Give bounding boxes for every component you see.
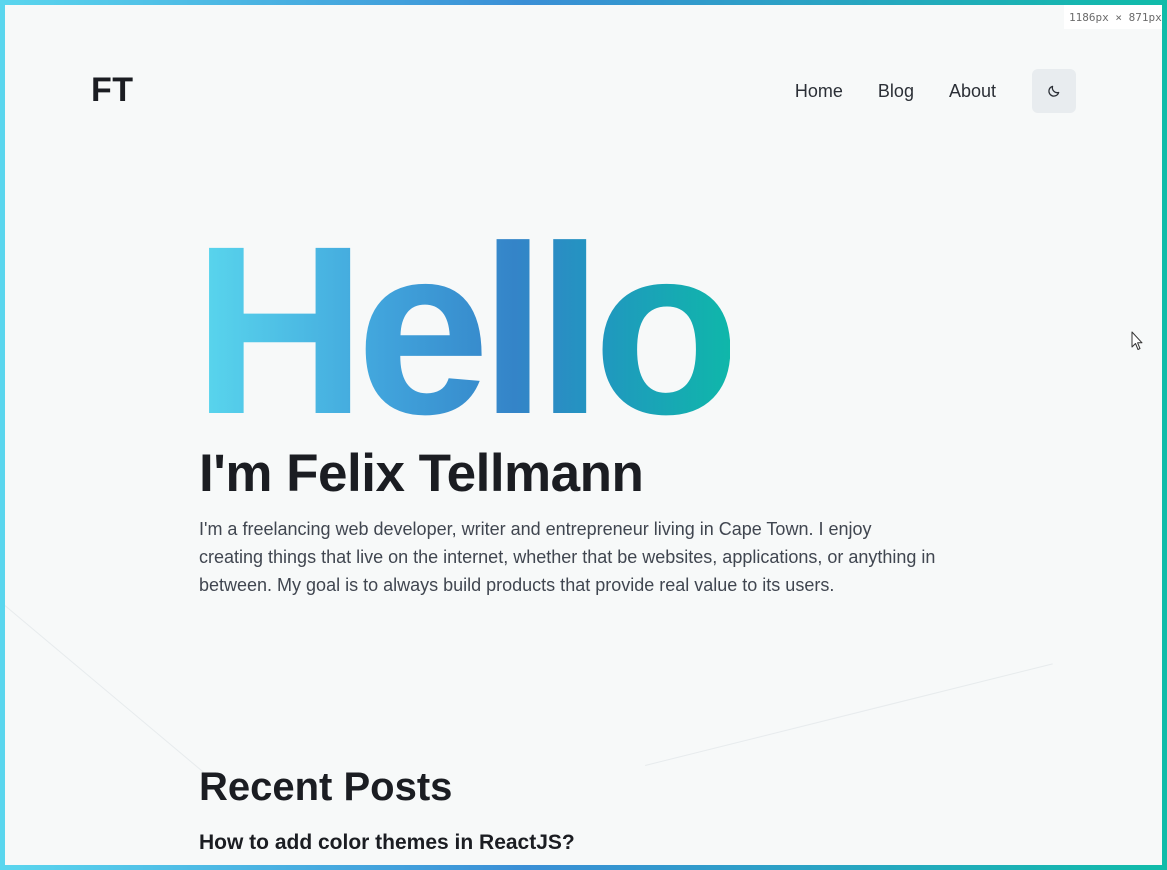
- background-decoration: [5, 605, 205, 773]
- site-logo[interactable]: FT: [91, 71, 134, 110]
- theme-toggle-button[interactable]: [1032, 69, 1076, 113]
- mouse-cursor-icon: [1131, 331, 1143, 350]
- dimension-tooltip: 1186px × 871px: [1064, 5, 1162, 29]
- nav-link-home[interactable]: Home: [795, 81, 843, 102]
- screenshot-frame: 1186px × 871px FT Home Blog About Hello …: [0, 0, 1167, 870]
- moon-icon: [1048, 85, 1060, 97]
- hero-title: I'm Felix Tellmann: [199, 444, 644, 503]
- post-link[interactable]: How to add color themes in ReactJS?: [199, 831, 575, 855]
- nav-link-blog[interactable]: Blog: [878, 81, 914, 102]
- background-decoration: [645, 663, 1053, 766]
- main-nav: Home Blog About: [795, 69, 1076, 113]
- hero-greeting: Hello: [193, 196, 740, 464]
- page: 1186px × 871px FT Home Blog About Hello …: [5, 5, 1162, 865]
- recent-posts-heading: Recent Posts: [199, 765, 453, 809]
- nav-link-about[interactable]: About: [949, 81, 996, 102]
- hero-bio: I'm a freelancing web developer, writer …: [199, 519, 936, 595]
